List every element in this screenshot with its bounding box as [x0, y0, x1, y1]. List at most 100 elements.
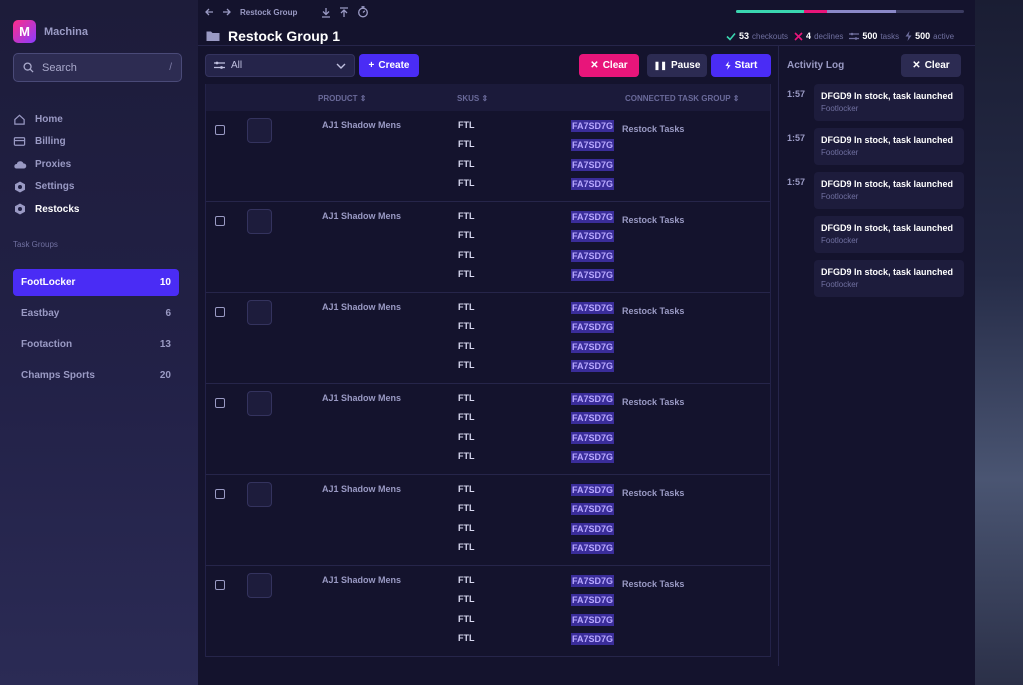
nav-item-proxies[interactable]: Proxies: [12, 153, 79, 176]
search-input[interactable]: Search /: [13, 53, 182, 82]
upload-icon[interactable]: [339, 6, 349, 18]
product-name: AJ1 Shadow Mens: [322, 484, 402, 494]
breadcrumb[interactable]: Restock Group: [240, 8, 297, 17]
log-message: DFGD9 In stock, task launched: [821, 91, 954, 101]
sku-list: FTL FTL FTL FTL: [458, 484, 475, 561]
close-icon: ✕: [912, 60, 921, 71]
product-name: AJ1 Shadow Mens: [322, 120, 402, 130]
log-site: Footlocker: [821, 236, 859, 245]
nav-label: Home: [35, 113, 63, 125]
task-group-name: Footaction: [21, 339, 73, 350]
forward-arrow-icon[interactable]: [222, 7, 232, 17]
main-panel: Restock Group Restock Group 1 53 checkout…: [198, 0, 975, 685]
sku-cell: FTL: [458, 632, 475, 643]
page-title: Restock Group 1: [228, 28, 341, 44]
product-thumbnail: [247, 118, 272, 143]
table-row[interactable]: AJ1 Shadow Mens FTL FTL FTL FTL FA7SD7G FA7SD7…: [206, 475, 770, 566]
table-row[interactable]: AJ1 Shadow Mens FTL FTL FTL FTL FA7SD7G FA7SD7…: [206, 384, 770, 475]
clear-button[interactable]: ✕ Clear: [579, 54, 639, 77]
log-card: DFGD9 In stock, task launched Footlocker: [814, 216, 964, 253]
filter-select[interactable]: All: [205, 54, 355, 77]
task-group-eastbay[interactable]: Eastbay 6: [13, 300, 179, 327]
create-button[interactable]: + Create: [359, 54, 419, 77]
sku-code: FA7SD7G: [571, 359, 615, 372]
search-shortcut: /: [169, 62, 172, 73]
product-thumbnail: [247, 300, 272, 325]
start-button[interactable]: Start: [711, 54, 771, 77]
sku-list: FTL FTL FTL FTL: [458, 575, 475, 652]
sku-code: FA7SD7G: [571, 632, 615, 645]
task-group-name: Champs Sports: [21, 370, 95, 381]
task-groups-label: Task Groups: [13, 240, 58, 249]
back-arrow-icon[interactable]: [204, 7, 214, 17]
task-group-count: 20: [159, 370, 171, 381]
sku-code: FA7SD7G: [571, 340, 615, 353]
filter-value: All: [231, 60, 243, 71]
sku-code: FA7SD7G: [571, 450, 615, 463]
nav-item-settings[interactable]: Settings: [12, 176, 79, 199]
column-header-task-group[interactable]: CONNECTED TASK GROUP ⇕: [625, 94, 739, 103]
pause-button[interactable]: ❚❚ Pause: [647, 54, 707, 77]
sku-code-list: FA7SD7G FA7SD7G FA7SD7G FA7SD7G: [571, 484, 615, 561]
row-checkbox[interactable]: [215, 398, 225, 408]
connected-task-group[interactable]: Restock Tasks: [622, 488, 684, 498]
timer-icon[interactable]: [357, 6, 369, 18]
connected-task-group[interactable]: Restock Tasks: [622, 397, 684, 407]
row-checkbox[interactable]: [215, 489, 225, 499]
bolt-icon: [725, 61, 731, 70]
nav-item-billing[interactable]: Billing: [12, 131, 79, 154]
product-thumbnail: [247, 573, 272, 598]
sku-cell: FTL: [458, 412, 475, 423]
brand-name: Machina: [44, 25, 89, 38]
download-icon[interactable]: [321, 7, 331, 18]
log-message: DFGD9 In stock, task launched: [821, 223, 954, 233]
sku-code: FA7SD7G: [571, 249, 615, 262]
table-row[interactable]: AJ1 Shadow Mens FTL FTL FTL FTL FA7SD7G FA7SD7…: [206, 202, 770, 293]
table-body: AJ1 Shadow Mens FTL FTL FTL FTL FA7SD7G FA7SD7…: [206, 111, 770, 657]
log-site: Footlocker: [821, 148, 859, 157]
connected-task-group[interactable]: Restock Tasks: [622, 124, 684, 134]
row-checkbox[interactable]: [215, 216, 225, 226]
task-group-footlocker[interactable]: FootLocker 10: [13, 269, 179, 296]
task-group-footaction[interactable]: Footaction 13: [13, 331, 179, 358]
task-group-champs-sports[interactable]: Champs Sports 20: [13, 362, 179, 389]
sku-cell: FTL: [458, 503, 475, 514]
pause-icon: ❚❚: [653, 61, 667, 70]
sku-cell: FTL: [458, 484, 475, 494]
sku-cell: FTL: [458, 340, 475, 351]
row-checkbox[interactable]: [215, 125, 225, 135]
activity-clear-button[interactable]: ✕ Clear: [901, 54, 961, 77]
log-entry: DFGD9 In stock, task launched Footlocker: [787, 260, 965, 300]
row-checkbox[interactable]: [215, 580, 225, 590]
table-row[interactable]: AJ1 Shadow Mens FTL FTL FTL FTL FA7SD7G FA7SD7…: [206, 293, 770, 384]
sku-cell: FTL: [458, 139, 475, 150]
row-checkbox[interactable]: [215, 307, 225, 317]
sku-cell: FTL: [458, 359, 475, 370]
connected-task-group[interactable]: Restock Tasks: [622, 579, 684, 589]
task-group-list: FootLocker 10 Eastbay 6 Footaction 13 Ch…: [13, 269, 179, 393]
product-name: AJ1 Shadow Mens: [322, 211, 402, 221]
table-row[interactable]: AJ1 Shadow Mens FTL FTL FTL FTL FA7SD7G FA7SD7…: [206, 566, 770, 657]
sku-code: FA7SD7G: [571, 594, 615, 607]
log-card: DFGD9 In stock, task launched Footlocker: [814, 128, 964, 165]
table-row[interactable]: AJ1 Shadow Mens FTL FTL FTL FTL FA7SD7G FA7SD7…: [206, 111, 770, 202]
sku-code: FA7SD7G: [571, 139, 615, 152]
sku-cell: FTL: [458, 211, 475, 221]
sku-code: FA7SD7G: [571, 120, 615, 132]
sku-code: FA7SD7G: [571, 431, 615, 444]
sku-code-list: FA7SD7G FA7SD7G FA7SD7G FA7SD7G: [571, 575, 615, 652]
connected-task-group[interactable]: Restock Tasks: [622, 215, 684, 225]
nav-item-home[interactable]: Home: [12, 108, 79, 131]
product-thumbnail: [247, 482, 272, 507]
nav-item-restocks[interactable]: Restocks: [12, 198, 79, 221]
brand: M Machina: [13, 20, 88, 43]
sku-cell: FTL: [458, 120, 475, 130]
log-message: DFGD9 In stock, task launched: [821, 179, 954, 189]
column-header-skus[interactable]: SKUS ⇕: [457, 94, 488, 103]
connected-task-group[interactable]: Restock Tasks: [622, 306, 684, 316]
column-header-product[interactable]: PRODUCT ⇕: [318, 94, 367, 103]
sku-code: FA7SD7G: [571, 522, 615, 535]
product-thumbnail: [247, 209, 272, 234]
sku-cell: FTL: [458, 249, 475, 260]
progress-declines: [804, 10, 828, 13]
